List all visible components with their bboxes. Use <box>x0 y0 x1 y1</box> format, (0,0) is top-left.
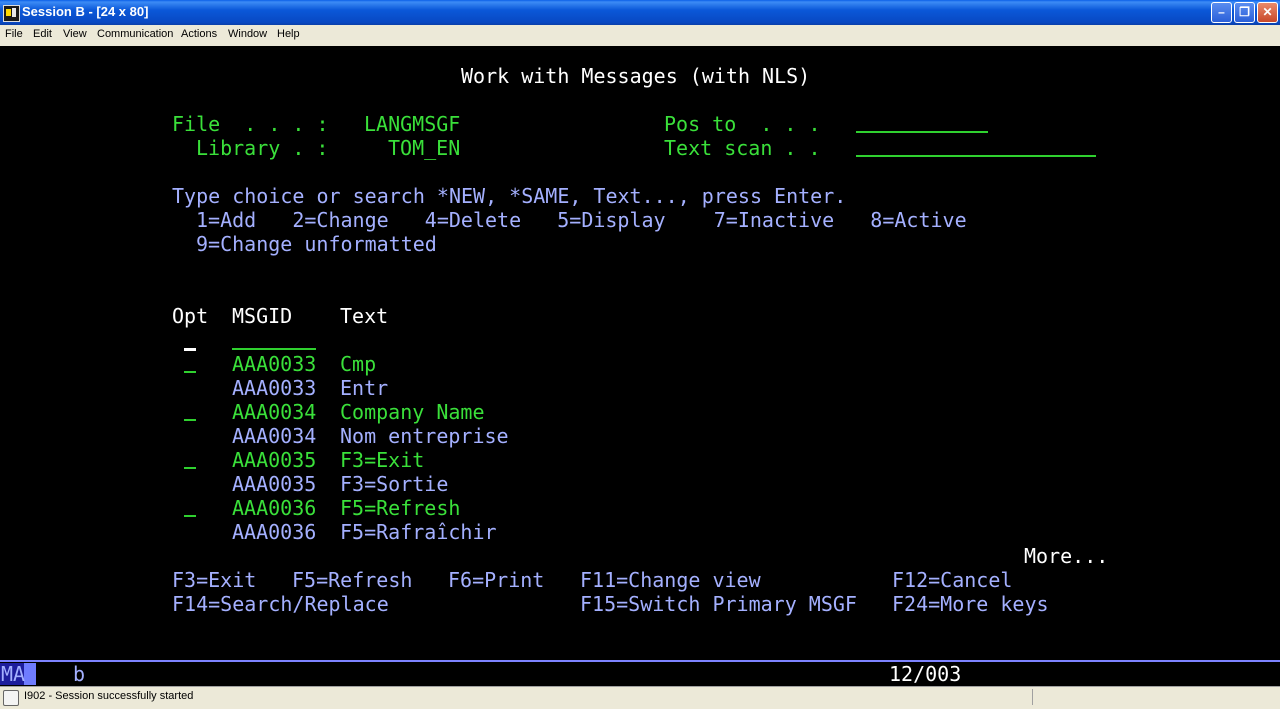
title-bar: Session B - [24 x 80] – ❐ ✕ <box>0 0 1280 25</box>
more-indicator: More... <box>1024 544 1109 568</box>
minimize-icon: – <box>1218 5 1225 19</box>
row-msgid: AAA0035 <box>232 448 317 472</box>
menu-window[interactable]: Window <box>228 28 267 40</box>
close-button[interactable]: ✕ <box>1257 2 1278 23</box>
library-label: Library . : <box>196 136 329 160</box>
session-icon[interactable] <box>3 5 20 22</box>
terminal-screen[interactable]: Work with Messages (with NLS) File . . .… <box>0 46 1280 660</box>
fkey-f15[interactable]: F15=Switch Primary MSGF <box>580 592 857 616</box>
menu-communication[interactable]: Communication <box>97 28 173 40</box>
pos-to-label: Pos to . . . <box>664 112 821 136</box>
file-value: LANGMSGF <box>364 112 461 136</box>
row-text: F3=Sortie <box>340 472 449 496</box>
fkey-f6[interactable]: F6=Print <box>448 568 544 592</box>
status-bar: I902 - Session successfully started <box>0 686 1280 709</box>
status-divider <box>1032 689 1033 705</box>
screen-title: Work with Messages (with NLS) <box>461 64 811 88</box>
row-text: Entr <box>340 376 389 400</box>
row-msgid: AAA0033 <box>232 352 317 376</box>
menu-help[interactable]: Help <box>277 28 300 40</box>
window-title: Session B - [24 x 80] <box>22 4 149 19</box>
fkey-f11[interactable]: F11=Change view <box>580 568 761 592</box>
row-msgid: AAA0034 <box>232 400 317 424</box>
row-msgid: AAA0036 <box>232 520 317 544</box>
fkey-f5[interactable]: F5=Refresh <box>292 568 412 592</box>
text-scan-input[interactable] <box>856 155 1096 157</box>
minimize-button[interactable]: – <box>1211 2 1232 23</box>
row-text: Company Name <box>340 400 485 424</box>
operator-info-area: MA b 12/003 <box>0 660 1280 686</box>
row-text: Cmp <box>340 352 377 376</box>
close-icon: ✕ <box>1262 5 1273 19</box>
ma-cursor-block <box>24 663 36 685</box>
cursor-position: 12/003 <box>889 662 962 686</box>
oia-b: b <box>73 662 86 686</box>
text-scan-label: Text scan . . <box>664 136 821 160</box>
row-text: F3=Exit <box>340 448 425 472</box>
options-line1: 1=Add 2=Change 4=Delete 5=Display 7=Inac… <box>196 208 967 232</box>
fkey-f24[interactable]: F24=More keys <box>892 592 1049 616</box>
cursor <box>184 348 196 351</box>
row-text: F5=Rafraîchir <box>340 520 497 544</box>
opt-input-4[interactable] <box>184 515 196 517</box>
opt-input-3[interactable] <box>184 467 196 469</box>
row-msgid: AAA0036 <box>232 496 317 520</box>
menu-bar: File Edit View Communication Actions Win… <box>0 25 1280 46</box>
row-msgid: AAA0034 <box>232 424 317 448</box>
fkey-f12[interactable]: F12=Cancel <box>892 568 1012 592</box>
fkey-f3[interactable]: F3=Exit <box>172 568 256 592</box>
row-msgid: AAA0033 <box>232 376 317 400</box>
menu-edit[interactable]: Edit <box>33 28 52 40</box>
menu-file[interactable]: File <box>5 28 23 40</box>
status-message: I902 - Session successfully started <box>24 690 194 702</box>
menu-view[interactable]: View <box>63 28 87 40</box>
fkey-f14[interactable]: F14=Search/Replace <box>172 592 389 616</box>
file-label: File . . . : <box>172 112 329 136</box>
restore-button[interactable]: ❐ <box>1234 2 1255 23</box>
opt-input-1[interactable] <box>184 371 196 373</box>
opt-input-2[interactable] <box>184 419 196 421</box>
msgid-search-input[interactable] <box>232 348 316 350</box>
connection-icon <box>3 690 19 706</box>
menu-actions[interactable]: Actions <box>181 28 217 40</box>
column-header-msgid: MSGID <box>232 304 293 328</box>
pos-to-input[interactable] <box>856 131 988 133</box>
options-line2: 9=Change unformatted <box>196 232 437 256</box>
row-text: F5=Refresh <box>340 496 461 520</box>
row-text: Nom entreprise <box>340 424 509 448</box>
instructions: Type choice or search *NEW, *SAME, Text.… <box>172 184 847 208</box>
row-msgid: AAA0035 <box>232 472 317 496</box>
column-header-opt: Opt <box>172 304 209 328</box>
library-value: TOM_EN <box>388 136 461 160</box>
ma-indicator: MA <box>1 662 26 686</box>
column-header-text: Text <box>340 304 389 328</box>
restore-icon: ❐ <box>1239 5 1250 19</box>
